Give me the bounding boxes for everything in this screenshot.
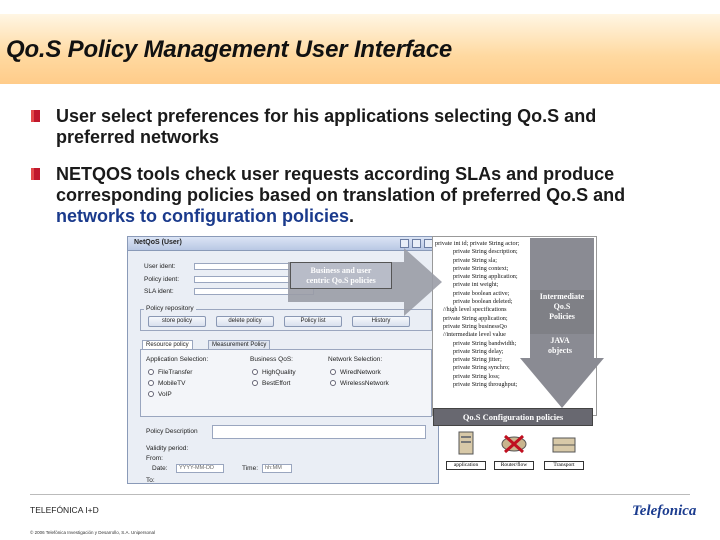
delete-policy-button[interactable]: delete policy <box>216 316 274 327</box>
bullet-1-line-1: User select preferences for his applicat… <box>56 106 597 126</box>
business-box-line-2: centric Qo.S policies <box>306 276 376 285</box>
footer-copyright: © 2006 Telefónica Investigación y Desarr… <box>30 530 156 535</box>
network-option-label: WiredNetwork <box>340 369 381 376</box>
bullet-marker <box>31 168 40 180</box>
footer-divider <box>30 494 690 495</box>
app-option-label: VoIP <box>158 391 172 398</box>
telefonica-logo: Telefonica <box>632 503 697 519</box>
bullet-2: NETQOS tools check user requests accordi… <box>56 164 696 227</box>
router-icon <box>501 434 527 454</box>
bullet-2-line-1: NETQOS tools check user requests accordi… <box>56 164 615 184</box>
radio-besteffort[interactable] <box>252 380 258 386</box>
bullet-marker <box>31 110 40 122</box>
bullet-1: User select preferences for his applicat… <box>56 106 696 148</box>
radio-voip[interactable] <box>148 391 154 397</box>
application-device: application <box>446 428 486 470</box>
device-label: Router/flow <box>494 461 534 470</box>
network-selection-label: Network Selection: <box>328 356 383 363</box>
device-label: Transport <box>544 461 584 470</box>
footer-org: TELEFÓNICA I+D <box>30 505 99 515</box>
date-label: Date: <box>152 465 168 472</box>
tab-measurement-policy[interactable]: Measurement Policy <box>208 340 271 349</box>
network-option-label: WirelessNetwork <box>340 380 389 387</box>
intermediate-line-3: Policies <box>549 312 575 321</box>
app-option-label: MobileTV <box>158 380 186 387</box>
transport-icon <box>552 437 576 453</box>
policy-ident-label: Policy ident: <box>144 276 180 283</box>
server-icon <box>458 431 474 455</box>
policy-description-field[interactable] <box>212 425 426 439</box>
policy-description-label: Policy Description <box>146 428 198 435</box>
radio-wirednetwork[interactable] <box>330 369 336 375</box>
bullet-2-highlight: networks to configuration policies <box>56 206 350 226</box>
java-line-2: objects <box>548 346 572 355</box>
from-label: From: <box>146 455 163 462</box>
business-option-label: BestEffort <box>262 380 291 387</box>
validity-period-label: Validity period: <box>146 445 189 452</box>
radio-wirelessnetwork[interactable] <box>330 380 336 386</box>
user-ident-label: User ident: <box>144 263 176 270</box>
device-label: application <box>446 461 486 470</box>
date-field[interactable]: YYYY-MM-DD <box>176 464 224 473</box>
radio-mobiletv[interactable] <box>148 380 154 386</box>
bullet-2-period: . <box>349 206 355 226</box>
app-option-label: FileTransfer <box>158 369 193 376</box>
bullet-1-line-2: preferred networks <box>56 127 220 147</box>
radio-filetransfer[interactable] <box>148 369 154 375</box>
business-policies-box: Business and user centric Qo.S policies <box>290 262 392 289</box>
slide-title: Qo.S Policy Management User Interface <box>6 36 453 63</box>
router-device: Router/flow <box>494 428 534 470</box>
bullet-2-line-3: networks to configuration policies. <box>56 206 696 227</box>
qos-configuration-box: Qo.S Configuration policies <box>433 408 593 426</box>
sla-ident-label: SLA ident: <box>144 288 174 295</box>
intermediate-policies-box: Intermediate Qo.S Policies <box>530 290 594 334</box>
tab-resource-policy[interactable]: Resource policy <box>142 340 193 349</box>
application-selection-label: Application Selection: <box>146 356 209 363</box>
business-box-line-1: Business and user <box>310 266 372 275</box>
title-bar: Qo.S Policy Management User Interface <box>0 14 720 84</box>
to-label: To: <box>146 477 155 484</box>
policy-repository-label: Policy repository <box>144 305 196 312</box>
time-field[interactable]: hh:MM <box>262 464 292 473</box>
transport-device: Transport <box>544 428 584 470</box>
intermediate-line-1: Intermediate <box>539 292 585 301</box>
java-objects-label: JAVA objects <box>536 336 584 360</box>
radio-highquality[interactable] <box>252 369 258 375</box>
store-policy-button[interactable]: store policy <box>148 316 206 327</box>
java-line-1: JAVA <box>550 336 570 345</box>
business-option-label: HighQuality <box>262 369 296 376</box>
business-qos-label: Business QoS: <box>250 356 293 363</box>
bullet-2-line-2: corresponding policies based on translat… <box>56 185 626 205</box>
intermediate-line-2: Qo.S <box>553 302 571 311</box>
time-label: Time: <box>242 465 259 472</box>
